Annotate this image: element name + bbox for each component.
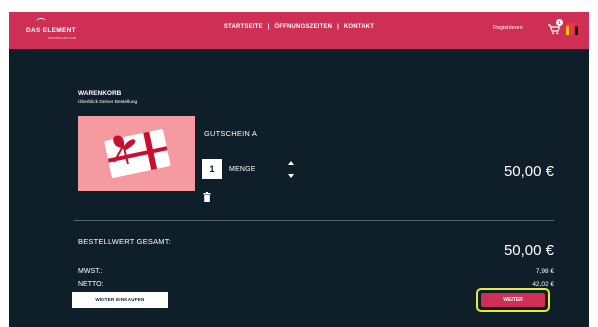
top-header: DAS ELEMENT NATURCLUB CLUB STARTSEITE | … (9, 12, 589, 49)
vat-label: MWST.: (78, 268, 103, 275)
trash-icon[interactable] (203, 192, 211, 202)
continue-shopping-button[interactable]: WEITER EINKAUFEN (72, 292, 168, 308)
quantity-increase-icon[interactable] (287, 160, 295, 166)
cart-title: WARENKORB (78, 90, 122, 97)
nav-separator: | (267, 24, 270, 30)
net-value: 42,02 € (532, 281, 554, 288)
register-link[interactable]: Registrieren (493, 25, 523, 31)
cart-subtitle: Überblick Deiner Bestellung (78, 100, 138, 105)
nav-item-startseite[interactable]: STARTSEITE (224, 24, 263, 30)
nav-item-oeffnungszeiten[interactable]: ÖFFNUNGSZEITEN (274, 24, 332, 30)
page-frame: DAS ELEMENT NATURCLUB CLUB STARTSEITE | … (9, 12, 589, 327)
cart-count-badge: 1 (556, 19, 563, 26)
gift-card-image[interactable] (78, 116, 195, 191)
next-button[interactable]: WEITER (481, 293, 545, 307)
german-flag-icon[interactable] (565, 22, 579, 36)
net-label: NETTO: (78, 281, 104, 288)
nav-separator: | (337, 24, 339, 30)
quantity-decrease-icon[interactable] (287, 173, 295, 179)
quantity-input[interactable]: 1 (202, 159, 222, 179)
total-value: 50,00 € (503, 242, 554, 259)
vat-value: 7,98 € (535, 268, 554, 275)
product-name: GUTSCHEIN A (204, 129, 258, 138)
divider (74, 220, 554, 221)
total-label: BESTELLWERT GESAMT: (78, 237, 171, 246)
logo-subtitle: NATURCLUB CLUB (48, 36, 76, 40)
quantity-label: MENGE (229, 166, 256, 173)
next-button-highlight: WEITER (476, 288, 550, 312)
item-price: 50,00 € (503, 163, 554, 180)
nav-item-kontakt[interactable]: KONTAKT (344, 24, 374, 30)
